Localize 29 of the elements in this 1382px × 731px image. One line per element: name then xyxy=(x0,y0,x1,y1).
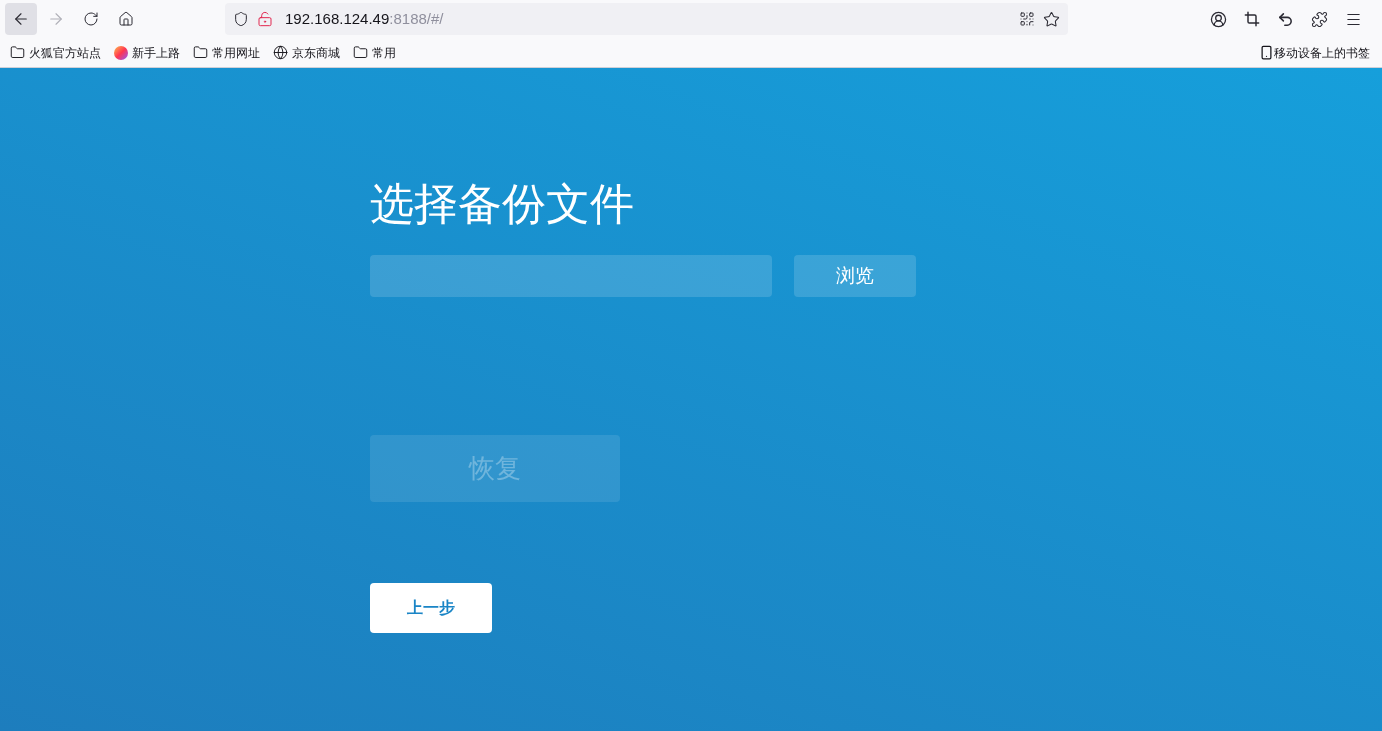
globe-icon xyxy=(273,45,288,60)
bookmark-item[interactable]: 火狐官方站点 xyxy=(10,43,101,62)
folder-icon xyxy=(193,45,208,60)
address-bar[interactable]: 192.168.124.49:8188/#/ xyxy=(225,3,1068,35)
folder-icon xyxy=(10,45,25,60)
previous-step-button[interactable]: 上一步 xyxy=(370,583,492,633)
bookmark-item[interactable]: 新手上路 xyxy=(114,43,180,62)
phone-icon xyxy=(1259,45,1274,60)
undo-icon[interactable] xyxy=(1277,10,1294,28)
qr-code-icon[interactable] xyxy=(1019,11,1035,27)
shield-icon xyxy=(233,11,249,27)
browser-logo-icon xyxy=(114,45,128,60)
back-button[interactable] xyxy=(5,3,37,35)
page-title: 选择备份文件 xyxy=(370,178,634,230)
reload-icon xyxy=(83,11,99,27)
bookmark-item[interactable]: 常用网址 xyxy=(193,43,260,62)
star-icon[interactable] xyxy=(1043,10,1060,28)
mobile-bookmarks-item[interactable]: 移动设备上的书签 xyxy=(1259,43,1370,62)
extensions-icon[interactable] xyxy=(1311,10,1328,28)
url-host: 192.168.124.49 xyxy=(285,8,390,29)
forward-arrow-icon xyxy=(47,10,65,28)
bookmark-item[interactable]: 常用 xyxy=(353,43,396,62)
account-icon[interactable] xyxy=(1210,10,1227,28)
folder-icon xyxy=(353,45,368,60)
url-path: :8188/#/ xyxy=(389,8,444,29)
insecure-lock-icon xyxy=(257,11,273,27)
home-icon xyxy=(118,11,134,27)
bookmark-item[interactable]: 京东商城 xyxy=(273,43,340,62)
crop-icon[interactable] xyxy=(1244,11,1260,27)
